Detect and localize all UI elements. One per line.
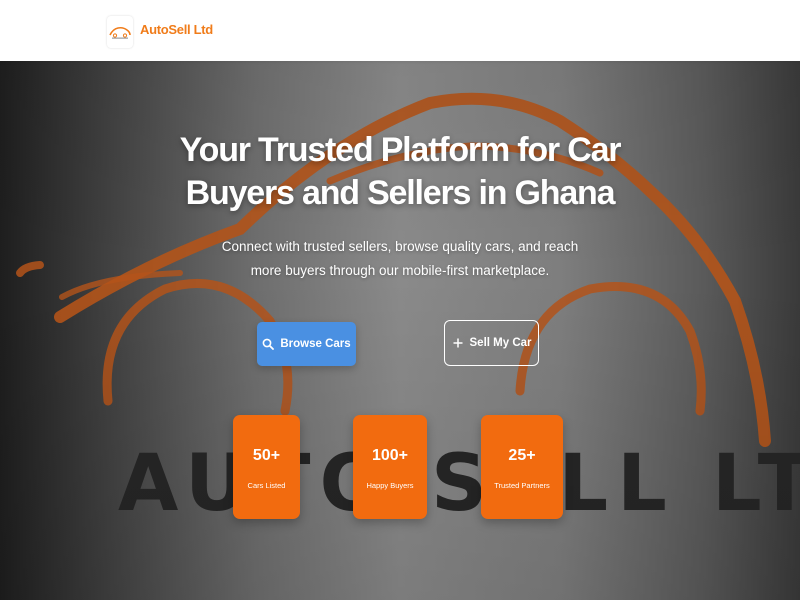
hero-title-line: Your Trusted Platform for Car	[179, 131, 622, 169]
sell-my-car-button[interactable]: Sell My Car	[444, 320, 539, 366]
stat-label: Cars Listed	[247, 481, 286, 490]
search-icon	[262, 338, 275, 350]
browse-cars-label: Browse Cars	[280, 338, 351, 350]
brand-name[interactable]: AutoSell Ltd	[140, 22, 213, 37]
hero-subtitle-line: more buyers through our mobile-first mar…	[250, 263, 550, 278]
hero-subtitle: Connect with trusted sellers, browse qua…	[200, 235, 600, 283]
hero-title-line: Buyers and Sellers in Ghana	[185, 174, 616, 212]
site-header: AutoSell Ltd	[0, 0, 800, 61]
sell-my-car-label: Sell My Car	[469, 337, 532, 349]
stat-label: Trusted Partners	[494, 481, 550, 490]
stat-value: 50+	[252, 447, 281, 464]
plus-icon	[452, 337, 464, 349]
stat-label: Happy Buyers	[366, 481, 414, 490]
hero-subtitle-line: Connect with trusted sellers, browse qua…	[221, 239, 579, 254]
background-wordmark: AUTO SELL LTD	[118, 439, 800, 529]
stat-value: 25+	[508, 447, 536, 464]
car-logo-icon[interactable]	[107, 16, 133, 48]
stat-card-happy-buyers: 100+ Happy Buyers	[353, 415, 427, 519]
stat-card-cars-listed: 50+ Cars Listed	[233, 415, 300, 519]
hero-title: Your Trusted Platform for Car Buyers and…	[150, 129, 650, 215]
hero-section: AUTO SELL LTD Your Trusted Platform for …	[0, 61, 800, 600]
stat-value: 100+	[371, 447, 409, 464]
browse-cars-button[interactable]: Browse Cars	[257, 322, 356, 366]
stat-card-trusted-partners: 25+ Trusted Partners	[481, 415, 563, 519]
